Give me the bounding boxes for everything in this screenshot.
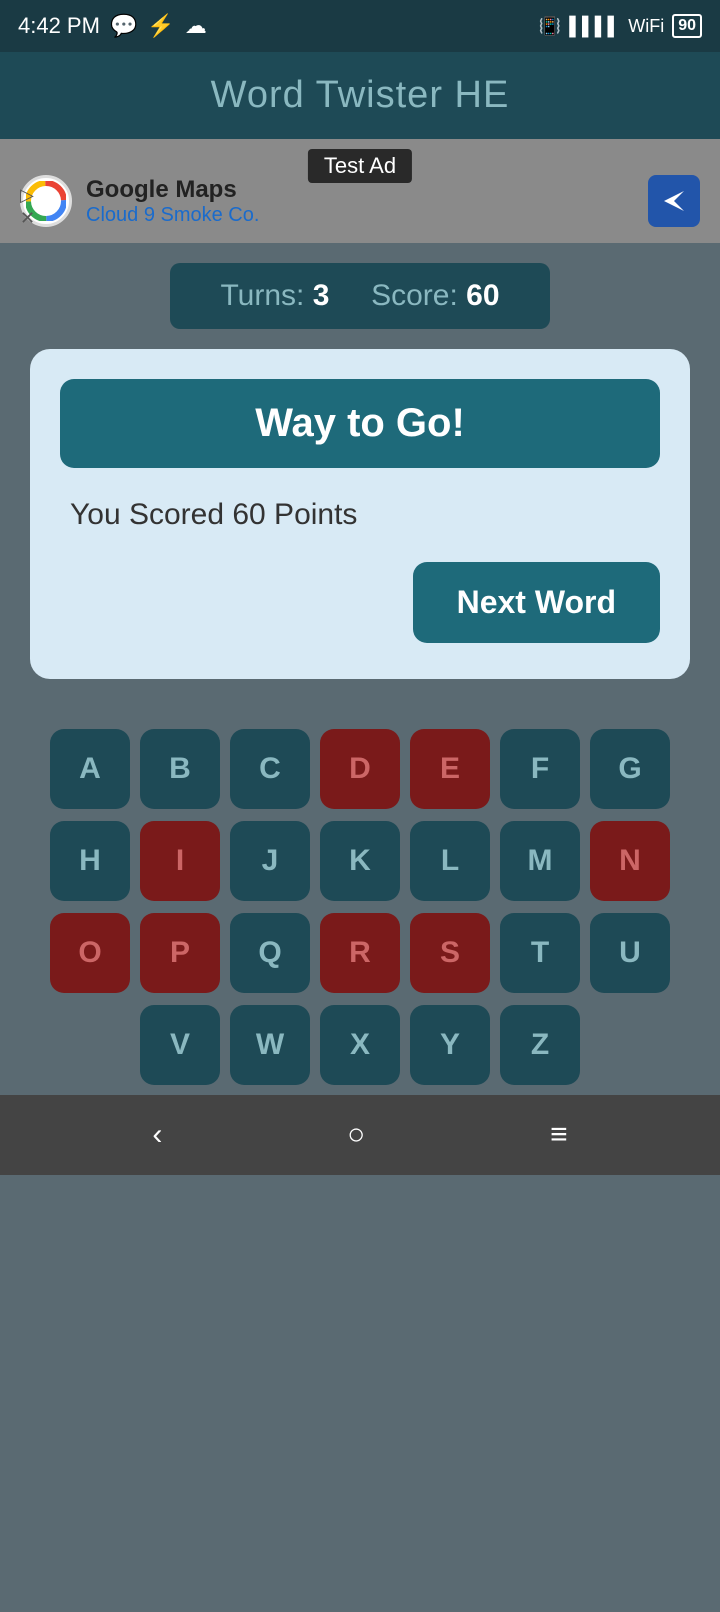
app-header: Word Twister HE <box>0 52 720 139</box>
ad-test-label: Test Ad <box>308 149 412 183</box>
ad-nav-icon[interactable] <box>648 175 700 227</box>
key-u[interactable]: U <box>590 913 670 993</box>
app-title: Word Twister HE <box>211 74 510 116</box>
key-a[interactable]: A <box>50 729 130 809</box>
key-s[interactable]: S <box>410 913 490 993</box>
key-row-2: OPQRSTU <box>50 913 670 993</box>
score-value: 60 <box>466 279 499 312</box>
key-v[interactable]: V <box>140 1005 220 1085</box>
key-m[interactable]: M <box>500 821 580 901</box>
dialog-title-text: Way to Go! <box>255 401 465 445</box>
key-r[interactable]: R <box>320 913 400 993</box>
ad-bottom-icons: ▷ ✕ <box>20 185 35 229</box>
key-d[interactable]: D <box>320 729 400 809</box>
usb-icon: ⚡ <box>147 13 174 39</box>
next-word-button[interactable]: Next Word <box>413 562 660 643</box>
key-f[interactable]: F <box>500 729 580 809</box>
key-c[interactable]: C <box>230 729 310 809</box>
key-b[interactable]: B <box>140 729 220 809</box>
key-z[interactable]: Z <box>500 1005 580 1085</box>
status-bar: 4:42 PM 💬 ⚡ ☁ 📳 ▌▌▌▌ WiFi 90 <box>0 0 720 52</box>
cloud-icon: ☁ <box>185 13 207 39</box>
key-p[interactable]: P <box>140 913 220 993</box>
status-time: 4:42 PM <box>18 13 100 39</box>
key-y[interactable]: Y <box>410 1005 490 1085</box>
turns-label: Turns: <box>220 279 304 312</box>
key-h[interactable]: H <box>50 821 130 901</box>
status-left: 4:42 PM 💬 ⚡ ☁ <box>18 13 207 39</box>
key-g[interactable]: G <box>590 729 670 809</box>
key-j[interactable]: J <box>230 821 310 901</box>
dialog-title-bar: Way to Go! <box>60 379 660 468</box>
nav-bar: ‹ ○ ≡ <box>0 1095 720 1175</box>
back-button[interactable]: ‹ <box>152 1118 162 1152</box>
key-row-0: ABCDEFG <box>50 729 670 809</box>
keyboard-section: ABCDEFGHIJKLMNOPQRSTUVWXYZ <box>0 709 720 1095</box>
signal-icon: ▌▌▌▌ <box>569 16 620 37</box>
battery-indicator: 90 <box>672 14 702 38</box>
home-button[interactable]: ○ <box>347 1118 365 1152</box>
key-o[interactable]: O <box>50 913 130 993</box>
ad-company-name: Google Maps <box>86 176 259 204</box>
key-w[interactable]: W <box>230 1005 310 1085</box>
key-n[interactable]: N <box>590 821 670 901</box>
key-e[interactable]: E <box>410 729 490 809</box>
ad-banner: Test Ad Google Maps Cloud 9 Smoke Co. ▷ … <box>0 139 720 243</box>
key-x[interactable]: X <box>320 1005 400 1085</box>
score-bar: Turns: 3 Score: 60 <box>170 263 549 329</box>
key-row-1: HIJKLMN <box>50 821 670 901</box>
key-t[interactable]: T <box>500 913 580 993</box>
dialog-box: Way to Go! You Scored 60 Points Next Wor… <box>30 349 690 679</box>
ad-subtitle: Cloud 9 Smoke Co. <box>86 204 259 227</box>
vibrate-icon: 📳 <box>539 16 561 37</box>
key-i[interactable]: I <box>140 821 220 901</box>
key-row-3: VWXYZ <box>140 1005 580 1085</box>
turns-value: 3 <box>313 279 330 312</box>
menu-button[interactable]: ≡ <box>550 1118 568 1152</box>
key-q[interactable]: Q <box>230 913 310 993</box>
score-bar-wrap: Turns: 3 Score: 60 <box>0 243 720 349</box>
wifi-icon: WiFi <box>628 16 664 37</box>
key-l[interactable]: L <box>410 821 490 901</box>
play-icon: ▷ <box>20 185 35 206</box>
dialog-score-text: You Scored 60 Points <box>60 498 357 532</box>
whatsapp-icon: 💬 <box>110 13 137 39</box>
score-label: Score: <box>371 279 458 312</box>
close-icon[interactable]: ✕ <box>20 208 35 229</box>
dialog-overlay: Way to Go! You Scored 60 Points Next Wor… <box>0 349 720 709</box>
ad-left: Google Maps Cloud 9 Smoke Co. <box>20 175 259 227</box>
status-right: 📳 ▌▌▌▌ WiFi 90 <box>539 14 702 38</box>
ad-text-block: Google Maps Cloud 9 Smoke Co. <box>86 176 259 227</box>
key-k[interactable]: K <box>320 821 400 901</box>
